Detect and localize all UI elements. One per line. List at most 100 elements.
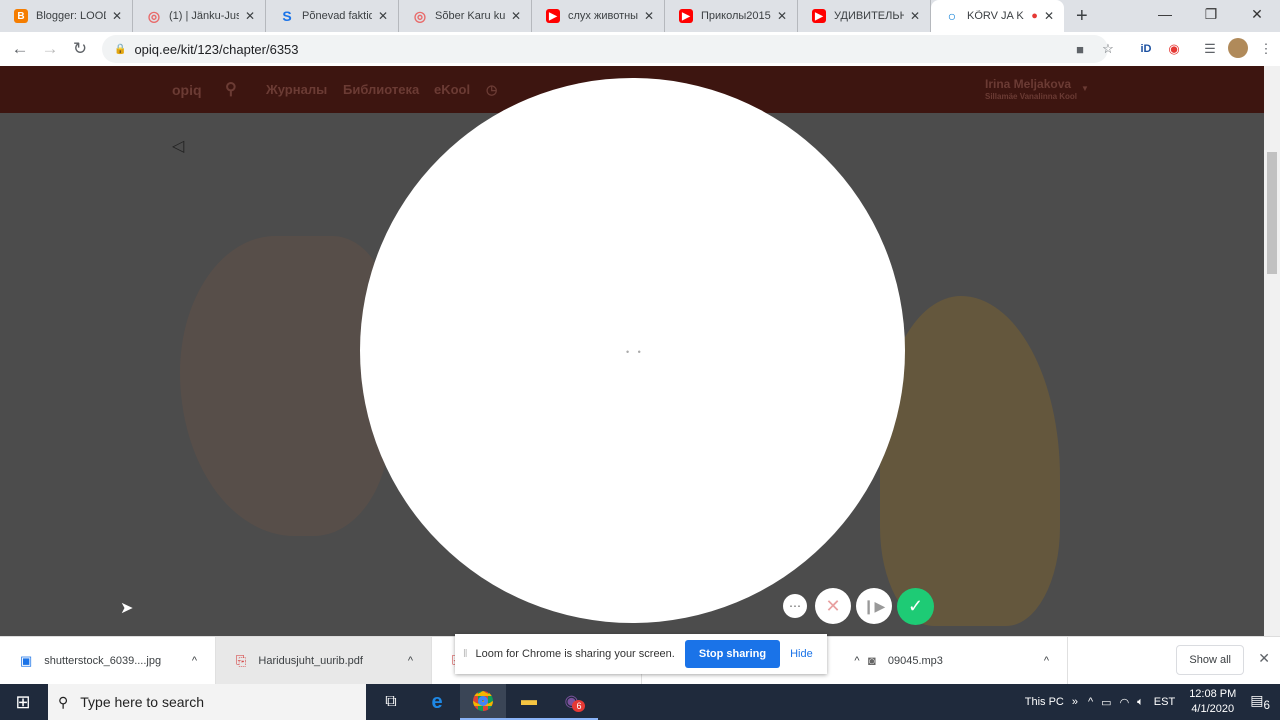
input-language[interactable]: EST (1154, 696, 1175, 708)
clock[interactable]: 12:08 PM 4/1/2020 (1189, 687, 1236, 717)
show-hidden-icons[interactable]: ^ (1088, 696, 1093, 708)
chevron-up-icon[interactable]: ^ (408, 655, 413, 667)
pause-button[interactable]: ❙▶ (856, 588, 892, 624)
close-tab-icon[interactable]: ✕ (777, 9, 787, 23)
url-text: opiq.ee/kit/123/chapter/6353 (134, 41, 299, 57)
nav-journals[interactable]: Журналы (266, 82, 327, 97)
youtube-icon: ▶ (812, 9, 826, 23)
site-logo[interactable]: opiq (172, 82, 202, 98)
camera-icon[interactable]: ■ (1066, 42, 1094, 57)
nav-ekool[interactable]: eKool (434, 82, 470, 97)
viber-badge: 6 (572, 700, 586, 712)
user-school: Sillamäe Vanalinna Kool (985, 92, 1078, 101)
close-tab-icon[interactable]: ✕ (511, 9, 521, 23)
drag-handle-icon[interactable]: ‖ (463, 648, 468, 660)
s-logo-icon: S (282, 8, 292, 24)
chevron-up-icon[interactable]: ^ (192, 655, 197, 667)
girl-illustration (880, 296, 1060, 626)
clock-icon[interactable]: ◷ (486, 82, 497, 98)
wifi-icon[interactable]: ◠ (1120, 696, 1130, 709)
id-extension-icon[interactable]: iD (1132, 43, 1160, 55)
browser-tab[interactable]: ○ KÕRV JA K ● ✕ (931, 0, 1064, 32)
browser-tab[interactable]: ◎ Sõber Karu ku ✕ (399, 0, 532, 32)
page-content: opiq ⚲ Журналы Библиотека eKool ◷ Irina … (0, 66, 1264, 636)
search-icon[interactable]: ⚲ (225, 79, 237, 99)
file-explorer-icon[interactable]: ▬ (506, 684, 552, 720)
volume-icon[interactable]: 🔈︎ (1137, 696, 1144, 709)
user-name[interactable]: Irina Meljakova (985, 77, 1071, 91)
nav-library[interactable]: Библиотека (343, 82, 419, 97)
viber-icon[interactable]: ◉ 6 (552, 684, 598, 720)
profile-avatar[interactable] (1224, 37, 1252, 61)
browser-tab[interactable]: ◎ (1) | Jänku-Juss ✕ (133, 0, 266, 32)
browser-tab[interactable]: ▶ Приколы2015 ✕ (665, 0, 798, 32)
media-control-icon[interactable]: ☰ (1196, 41, 1224, 57)
page-scrollbar[interactable] (1264, 66, 1280, 636)
close-window-button[interactable]: ✕ (1234, 0, 1280, 28)
new-tab-button[interactable]: + (1076, 5, 1088, 28)
menu-kebab-icon[interactable]: ⋮ (1252, 41, 1280, 57)
scrollbar-thumb[interactable] (1267, 152, 1277, 274)
task-view-icon[interactable]: ⧉ (368, 684, 414, 720)
user-menu-chevron-icon[interactable]: ▼ (1081, 84, 1089, 93)
tab-title: KÕRV JA K (967, 10, 1024, 22)
minimize-button[interactable]: — (1142, 0, 1188, 28)
browser-tab[interactable]: ▶ слух животны ✕ (532, 0, 665, 32)
close-tab-icon[interactable]: ✕ (245, 9, 255, 23)
tab-title: УДИВИТЕЛЬН (834, 10, 904, 22)
pdf-file-icon: ⎘ (236, 652, 247, 668)
window-controls: — ❐ ✕ (1142, 0, 1280, 28)
bookmark-star-icon[interactable]: ☆ (1094, 41, 1122, 57)
notifications-icon[interactable]: ▤6 (1250, 692, 1270, 712)
download-item[interactable]: ▣ shutterstock_6039....jpg ^ (0, 636, 216, 685)
tab-title: (1) | Jänku-Juss (169, 10, 239, 22)
battery-icon[interactable]: ▭ (1101, 696, 1111, 709)
taskbar-search[interactable]: ⚲ Type here to search (48, 684, 366, 720)
restore-button[interactable]: ❐ (1188, 0, 1234, 28)
tab-title: Sõber Karu ku (435, 10, 505, 22)
forward-button[interactable]: → (35, 39, 65, 59)
this-pc-toolbar[interactable]: This PC (1025, 696, 1064, 708)
edge-icon[interactable]: e (414, 684, 460, 720)
download-item[interactable]: ◙ 09045.mp3 ^ (848, 636, 1068, 685)
lock-icon: 🔒 (114, 43, 127, 55)
browser-tab[interactable]: S Põnevad faktid ✕ (266, 0, 399, 32)
address-bar[interactable]: 🔒 opiq.ee/kit/123/chapter/6353 (102, 35, 1108, 63)
notification-count: 6 (1263, 698, 1270, 712)
close-downloads-icon[interactable]: ✕ (1258, 650, 1270, 667)
browser-tab[interactable]: ▶ УДИВИТЕЛЬН ✕ (798, 0, 931, 32)
youtube-icon: ▶ (679, 9, 693, 23)
opiq-swirl-icon: ◎ (413, 7, 427, 24)
time: 12:08 PM (1189, 688, 1237, 700)
tab-title: Приколы2015 (701, 10, 771, 22)
download-item[interactable]: ⎘ Haridusjuht_uurib.pdf ^ (216, 636, 432, 685)
windows-start-icon[interactable]: ⊞ (0, 684, 46, 720)
hide-banner-button[interactable]: Hide (790, 648, 813, 660)
chrome-icon[interactable] (460, 684, 506, 720)
toolbar-expand-icon[interactable]: » (1072, 696, 1078, 708)
loading-indicator: • • (626, 347, 644, 357)
megaphone-icon[interactable]: ◁ (172, 136, 184, 156)
audio-file-icon: ◙ (868, 653, 876, 668)
close-tab-icon[interactable]: ✕ (1044, 9, 1054, 23)
browser-tab[interactable]: B Blogger: LOOD ✕ (0, 0, 133, 32)
browser-toolbar: ← → ↻ 🔒 opiq.ee/kit/123/chapter/6353 ■ ☆… (0, 32, 1280, 66)
loom-extension-icon[interactable]: ◉ (1160, 41, 1188, 57)
chevron-up-icon[interactable]: ^ (1044, 655, 1049, 667)
stop-sharing-button[interactable]: Stop sharing (684, 640, 781, 668)
more-options-button[interactable]: ⋯ (783, 594, 807, 618)
close-tab-icon[interactable]: ✕ (378, 9, 388, 23)
mouse-cursor-icon: ➤ (120, 600, 134, 617)
close-tab-icon[interactable]: ✕ (112, 9, 122, 23)
finish-recording-button[interactable]: ✓ (897, 588, 934, 625)
close-tab-icon[interactable]: ✕ (910, 9, 920, 23)
reload-button[interactable]: ↻ (65, 39, 95, 59)
close-tab-icon[interactable]: ✕ (644, 9, 654, 23)
tab-title: Põnevad faktid (302, 10, 372, 22)
cancel-recording-button[interactable]: ✕ (815, 588, 851, 624)
download-filename: 09045.mp3 (887, 654, 943, 667)
search-icon: ⚲ (58, 693, 69, 710)
back-button[interactable]: ← (5, 39, 35, 59)
show-all-downloads-button[interactable]: Show all (1176, 645, 1244, 675)
ear-illustration (180, 236, 390, 536)
